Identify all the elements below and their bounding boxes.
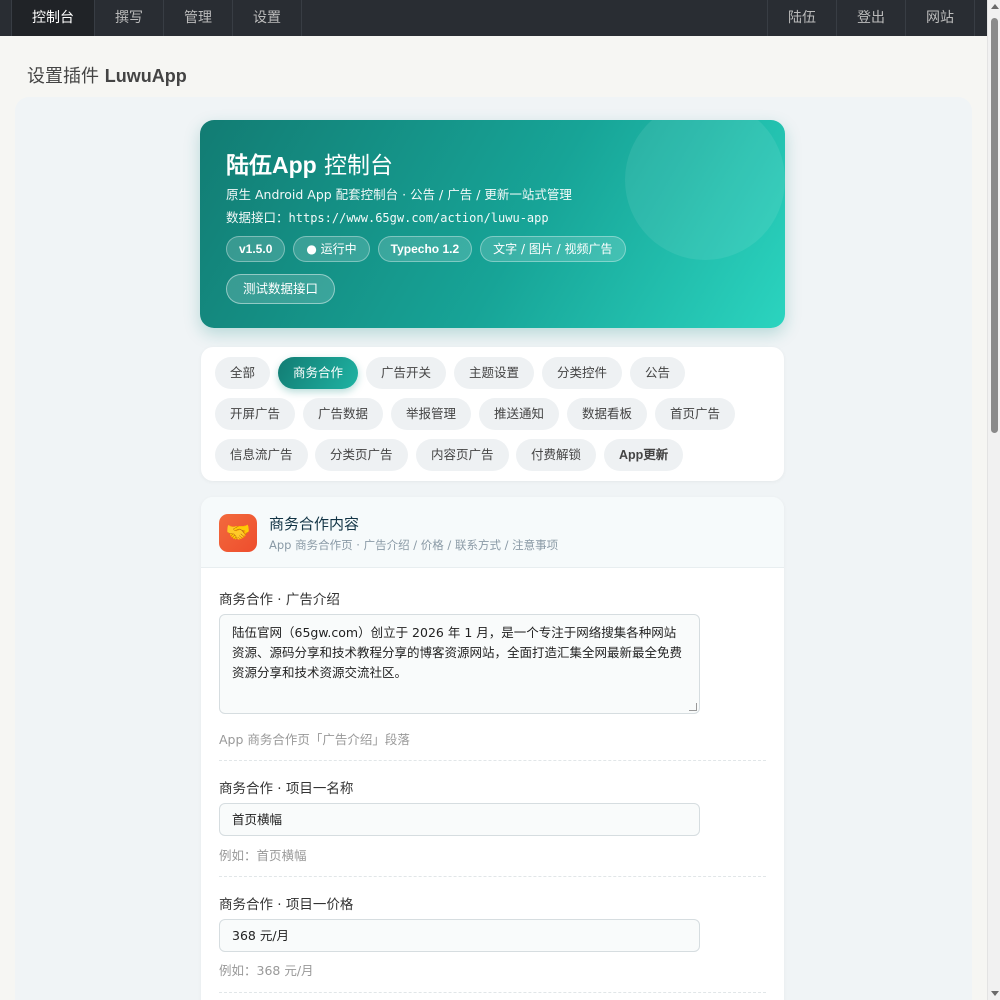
business-section: 🤝 商务合作内容 App 商务合作页 · 广告介绍 / 价格 / 联系方式 / …	[201, 497, 784, 1000]
scroll-up-icon[interactable]	[991, 4, 999, 9]
nav-dashboard[interactable]: 控制台	[11, 0, 94, 36]
page-scrollbar[interactable]	[987, 0, 1000, 1000]
hero-api: 数据接口：https://www.65gw.com/action/luwu-ap…	[226, 207, 549, 226]
tab-paid-unlock[interactable]: 付费解锁	[516, 439, 597, 471]
nav-user[interactable]: 陆伍	[767, 0, 836, 36]
item1-name-input[interactable]: 首页横幅	[219, 803, 700, 836]
divider	[219, 876, 766, 877]
tab-category-controls[interactable]: 分类控件	[542, 357, 623, 389]
intro-hint: App 商务合作页「广告介绍」段落	[219, 732, 410, 747]
hero-badges: v1.5.0 ● 运行中 Typecho 1.2 文字 / 图片 / 视频广告	[226, 236, 626, 262]
tab-business[interactable]: 商务合作	[278, 357, 359, 389]
nav-site[interactable]: 网站	[905, 0, 975, 36]
intro-label: 商务合作 · 广告介绍	[219, 592, 340, 608]
page-title: 设置插件 LuwuApp	[27, 62, 187, 88]
nav-settings[interactable]: 设置	[232, 0, 302, 36]
tab-dashboard[interactable]: 数据看板	[567, 398, 648, 430]
section-title: 商务合作内容	[269, 515, 360, 533]
divider	[219, 760, 766, 761]
hero-title: 陆伍App 控制台	[226, 146, 393, 180]
item1-name-hint: 例如：首页横幅	[219, 848, 307, 863]
scroll-down-icon[interactable]	[991, 991, 999, 996]
top-nav: 控制台 撰写 管理 设置 陆伍 登出 网站	[0, 0, 987, 36]
status-badge: ● 运行中	[293, 236, 370, 262]
ad-types-badge: 文字 / 图片 / 视频广告	[480, 236, 626, 262]
tab-home-ad[interactable]: 首页广告	[655, 398, 736, 430]
category-tabs: 全部 商务合作 广告开关 主题设置 分类控件 公告 开屏广告 广告数据 举报管理…	[201, 347, 784, 481]
item1-price-hint: 例如：368 元/月	[219, 963, 314, 978]
nav-logout[interactable]: 登出	[836, 0, 905, 36]
tab-ad-switch[interactable]: 广告开关	[366, 357, 447, 389]
nav-write[interactable]: 撰写	[94, 0, 163, 36]
test-api-button[interactable]: 测试数据接口	[226, 274, 336, 304]
tab-feed-ad[interactable]: 信息流广告	[215, 439, 308, 471]
hero-title-brand: 陆伍App	[226, 152, 317, 178]
tab-push[interactable]: 推送通知	[479, 398, 560, 430]
tab-content-ad[interactable]: 内容页广告	[416, 439, 509, 471]
hero-decoration	[625, 120, 785, 260]
section-header: 🤝 商务合作内容 App 商务合作页 · 广告介绍 / 价格 / 联系方式 / …	[201, 497, 784, 568]
page-title-prefix: 设置插件	[27, 66, 99, 87]
hero-card: 陆伍App 控制台 原生 Android App 配套控制台 · 公告 / 广告…	[200, 120, 785, 328]
item1-price-label: 商务合作 · 项目一价格	[219, 897, 354, 913]
page-title-plugin: LuwuApp	[104, 66, 187, 86]
resize-grip-icon[interactable]	[689, 703, 697, 711]
intro-value: 陆伍官网（65gw.com）创立于 2026 年 1 月，是一个专注于网络搜集各…	[232, 625, 683, 680]
intro-textarea[interactable]: 陆伍官网（65gw.com）创立于 2026 年 1 月，是一个专注于网络搜集各…	[219, 614, 700, 714]
api-label: 数据接口：	[226, 210, 289, 225]
section-description: App 商务合作页 · 广告介绍 / 价格 / 联系方式 / 注意事项	[269, 538, 559, 552]
tab-reports[interactable]: 举报管理	[391, 398, 472, 430]
tab-category-ad[interactable]: 分类页广告	[315, 439, 408, 471]
divider	[219, 992, 766, 993]
api-url: https://www.65gw.com/action/luwu-app	[288, 211, 549, 225]
tab-notice[interactable]: 公告	[630, 357, 686, 389]
hero-subtitle: 原生 Android App 配套控制台 · 公告 / 广告 / 更新一站式管理	[226, 187, 572, 202]
nav-manage[interactable]: 管理	[163, 0, 232, 36]
tab-app-update-label: App更新	[619, 448, 669, 462]
tab-app-update[interactable]: App更新	[604, 439, 684, 471]
version-badge: v1.5.0	[226, 236, 286, 262]
hero-title-rest: 控制台	[316, 153, 394, 179]
typecho-badge: Typecho 1.2	[377, 236, 473, 262]
item1-name-label: 商务合作 · 项目一名称	[219, 781, 354, 797]
scrollbar-thumb[interactable]	[991, 18, 998, 433]
tab-ad-data[interactable]: 广告数据	[303, 398, 384, 430]
handshake-icon: 🤝	[219, 514, 257, 552]
nav-left: 控制台 撰写 管理 设置	[0, 0, 302, 36]
item1-price-input[interactable]: 368 元/月	[219, 919, 700, 952]
nav-right: 陆伍 登出 网站	[767, 0, 987, 36]
tab-splash-ad[interactable]: 开屏广告	[215, 398, 296, 430]
tab-theme[interactable]: 主题设置	[454, 357, 535, 389]
tab-all[interactable]: 全部	[215, 357, 271, 389]
